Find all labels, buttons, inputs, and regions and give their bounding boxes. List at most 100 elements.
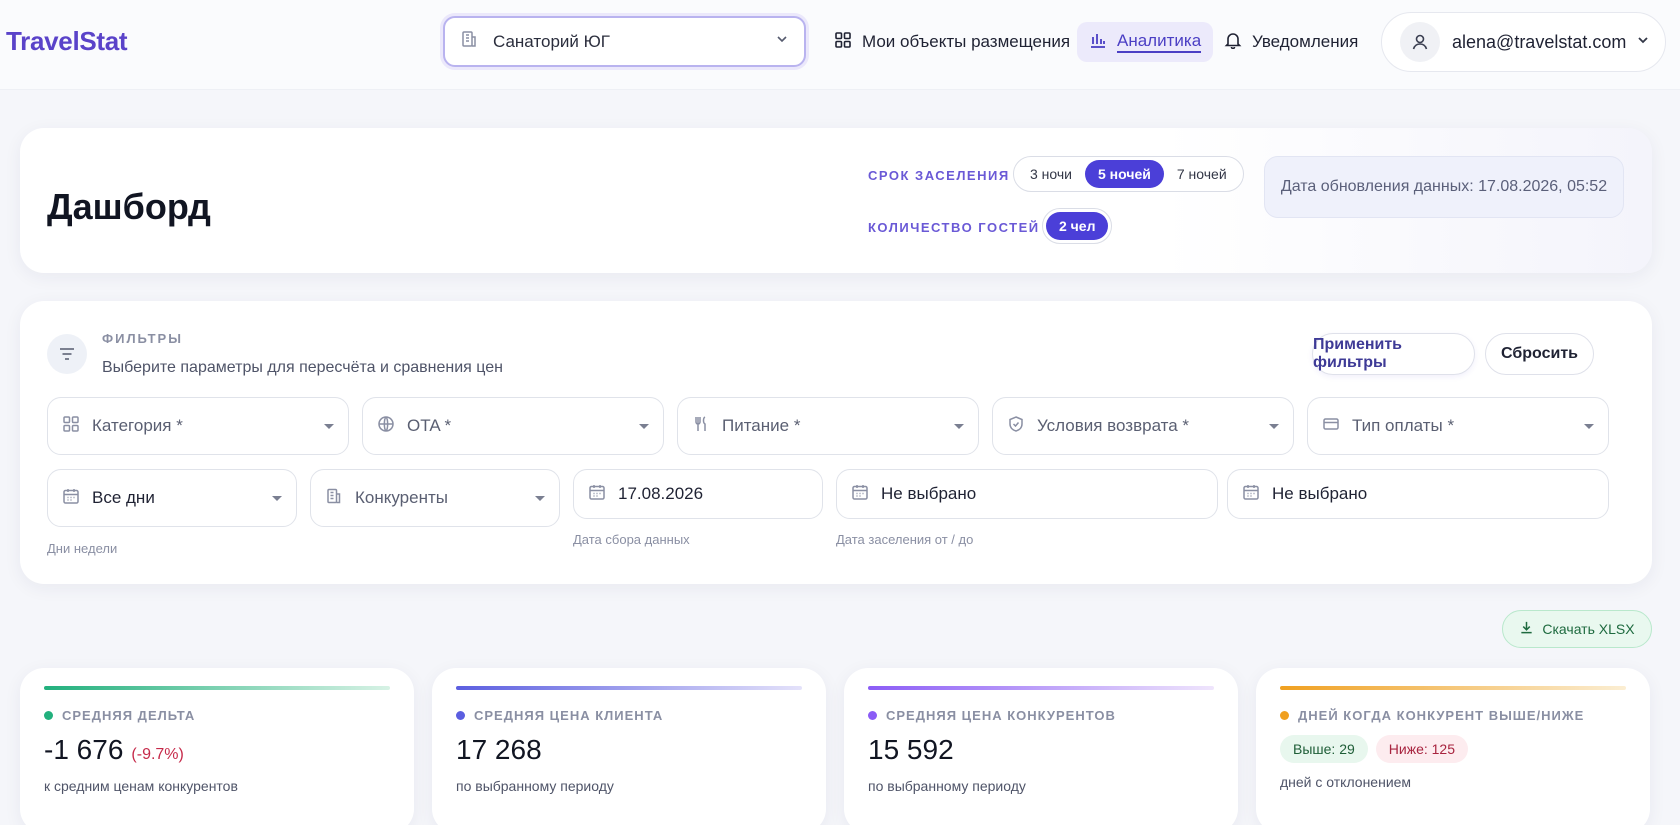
kpi-label: ДНЕЙ КОГДА КОНКУРЕНТ ВЫШЕ/НИЖЕ bbox=[1280, 708, 1584, 723]
days-below-badge: Ниже: 125 bbox=[1375, 735, 1469, 763]
apply-filters-button[interactable]: Применить фильтры bbox=[1312, 333, 1475, 375]
calendar-icon bbox=[62, 487, 80, 510]
checkin-from-value: Не выбрано bbox=[881, 484, 977, 503]
stay-option-3[interactable]: 3 ночи bbox=[1017, 160, 1085, 188]
caret-down-icon bbox=[324, 423, 334, 429]
app-logo[interactable]: TravelStat bbox=[6, 26, 128, 57]
utensils-icon bbox=[692, 415, 710, 438]
stay-duration-caption: СРОК ЗАСЕЛЕНИЯ bbox=[868, 168, 1010, 183]
caret-down-icon bbox=[639, 423, 649, 429]
refund-conditions-select[interactable]: Условия возврата * bbox=[992, 397, 1294, 455]
bar-chart-icon bbox=[1089, 31, 1107, 54]
checkin-from-input[interactable]: Не выбрано bbox=[836, 469, 1218, 519]
caret-down-icon bbox=[1269, 423, 1279, 429]
kpi-competitor-price-sub: по выбранному периоду bbox=[868, 778, 1026, 794]
weekdays-hint: Дни недели bbox=[47, 541, 118, 556]
nav-analytics-label: Аналитика bbox=[1117, 31, 1202, 53]
checkin-to-input[interactable]: Не выбрано bbox=[1227, 469, 1609, 519]
guests-caption: КОЛИЧЕСТВО ГОСТЕЙ bbox=[868, 220, 1040, 235]
calendar-icon bbox=[588, 483, 606, 506]
hotel-select[interactable]: Санаторий ЮГ bbox=[443, 16, 806, 67]
shield-icon bbox=[1007, 415, 1025, 438]
category-select[interactable]: Категория * bbox=[47, 397, 349, 455]
checkin-hint: Дата заселения от / до bbox=[836, 532, 974, 547]
guests-option-2[interactable]: 2 чел bbox=[1046, 212, 1109, 240]
download-xlsx-label: Скачать XLSX bbox=[1542, 621, 1635, 637]
kpi-avg-delta-value: -1 676 bbox=[44, 734, 124, 765]
caret-down-icon bbox=[272, 495, 282, 501]
status-dot bbox=[456, 711, 465, 720]
download-xlsx-button[interactable]: Скачать XLSX bbox=[1502, 610, 1652, 648]
status-dot bbox=[868, 711, 877, 720]
competitors-label: Конкуренты bbox=[355, 488, 448, 507]
top-navigation-bar: TravelStat Санаторий ЮГ Мои объекты разм… bbox=[0, 0, 1680, 90]
days-above-badge: Выше: 29 bbox=[1280, 735, 1368, 763]
hotel-select-value: Санаторий ЮГ bbox=[493, 31, 610, 51]
download-icon bbox=[1519, 620, 1534, 638]
building-icon bbox=[325, 487, 343, 510]
kpi-accent-bar bbox=[44, 686, 390, 690]
meal-select[interactable]: Питание * bbox=[677, 397, 979, 455]
nav-my-properties-label: Мои объекты размещения bbox=[862, 32, 1071, 51]
weekdays-select[interactable]: Все дни bbox=[47, 469, 297, 527]
user-menu[interactable]: alena@travelstat.com bbox=[1381, 12, 1666, 72]
kpi-accent-bar bbox=[456, 686, 802, 690]
category-grid-icon bbox=[62, 415, 80, 438]
kpi-avg-delta-label: СРЕДНЯЯ ДЕЛЬТА bbox=[62, 708, 196, 723]
calendar-icon bbox=[851, 483, 869, 506]
kpi-days-above-below-card: ДНЕЙ КОГДА КОНКУРЕНТ ВЫШЕ/НИЖЕ Выше: 29 Н… bbox=[1256, 668, 1650, 825]
competitors-select[interactable]: Конкуренты bbox=[310, 469, 560, 527]
nav-notifications[interactable]: Уведомления bbox=[1212, 22, 1370, 62]
guests-toggle: 2 чел bbox=[1042, 208, 1113, 244]
filters-card: ФИЛЬТРЫ Выберите параметры для пересчёта… bbox=[20, 301, 1652, 584]
kpi-client-price-card: СРЕДНЯЯ ЦЕНА КЛИЕНТА 17 268 по выбранном… bbox=[432, 668, 826, 825]
payment-type-label: Тип оплаты * bbox=[1352, 416, 1455, 435]
nav-notifications-label: Уведомления bbox=[1252, 32, 1359, 51]
collect-date-input[interactable]: 17.08.2026 bbox=[573, 469, 823, 519]
ota-select[interactable]: OTA * bbox=[362, 397, 664, 455]
page-title: Дашборд bbox=[47, 186, 211, 227]
kpi-competitor-price-label: СРЕДНЯЯ ЦЕНА КОНКУРЕНТОВ bbox=[886, 708, 1116, 723]
kpi-accent-bar bbox=[868, 686, 1214, 690]
kpi-client-price-label: СРЕДНЯЯ ЦЕНА КЛИЕНТА bbox=[474, 708, 664, 723]
kpi-accent-bar bbox=[1280, 686, 1626, 690]
checkin-to-value: Не выбрано bbox=[1272, 484, 1368, 503]
user-icon bbox=[1412, 34, 1428, 50]
caret-down-icon bbox=[954, 423, 964, 429]
grid-icon bbox=[834, 31, 852, 54]
chevron-down-icon bbox=[1635, 32, 1651, 53]
status-dot bbox=[44, 711, 53, 720]
kpi-label: СРЕДНЯЯ ДЕЛЬТА bbox=[44, 708, 195, 723]
chevron-down-icon bbox=[774, 31, 790, 52]
payment-type-select[interactable]: Тип оплаты * bbox=[1307, 397, 1609, 455]
kpi-avg-delta-percent: (-9.7%) bbox=[131, 746, 184, 763]
filters-title: ФИЛЬТРЫ bbox=[102, 331, 183, 346]
bell-icon bbox=[1224, 31, 1242, 54]
kpi-days-pills: Выше: 29 Ниже: 125 bbox=[1280, 735, 1476, 763]
kpi-competitor-price-card: СРЕДНЯЯ ЦЕНА КОНКУРЕНТОВ 15 592 по выбра… bbox=[844, 668, 1238, 825]
ota-label: OTA * bbox=[407, 416, 452, 435]
kpi-label: СРЕДНЯЯ ЦЕНА КЛИЕНТА bbox=[456, 708, 663, 723]
caret-down-icon bbox=[1584, 423, 1594, 429]
stay-option-7[interactable]: 7 ночей bbox=[1164, 160, 1240, 188]
globe-icon bbox=[377, 415, 395, 438]
nav-my-properties[interactable]: Мои объекты размещения bbox=[822, 22, 1082, 62]
kpi-label: СРЕДНЯЯ ЦЕНА КОНКУРЕНТОВ bbox=[868, 708, 1116, 723]
avatar bbox=[1400, 22, 1440, 62]
kpi-avg-delta-card: СРЕДНЯЯ ДЕЛЬТА -1 676 (-9.7%) к средним ц… bbox=[20, 668, 414, 825]
user-email: alena@travelstat.com bbox=[1452, 31, 1627, 52]
caret-down-icon bbox=[535, 495, 545, 501]
kpi-client-price-value: 17 268 bbox=[456, 734, 542, 765]
kpi-competitor-price-value: 15 592 bbox=[868, 734, 954, 765]
kpi-days-sub: дней с отклонением bbox=[1280, 774, 1412, 790]
reset-filters-button[interactable]: Сбросить bbox=[1485, 333, 1594, 375]
stay-option-5[interactable]: 5 ночей bbox=[1085, 160, 1164, 188]
calendar-icon bbox=[1242, 483, 1260, 506]
kpi-value: -1 676 (-9.7%) bbox=[44, 734, 184, 766]
nav-analytics[interactable]: Аналитика bbox=[1077, 22, 1214, 62]
category-label: Категория * bbox=[92, 416, 183, 435]
building-icon bbox=[459, 29, 479, 54]
stay-duration-toggle: 3 ночи 5 ночей 7 ночей bbox=[1013, 156, 1244, 192]
data-update-info: Дата обновления данных: 17.08.2026, 05:5… bbox=[1264, 156, 1624, 218]
dashboard-header-card: Дашборд СРОК ЗАСЕЛЕНИЯ 3 ночи 5 ночей 7 … bbox=[20, 128, 1652, 273]
